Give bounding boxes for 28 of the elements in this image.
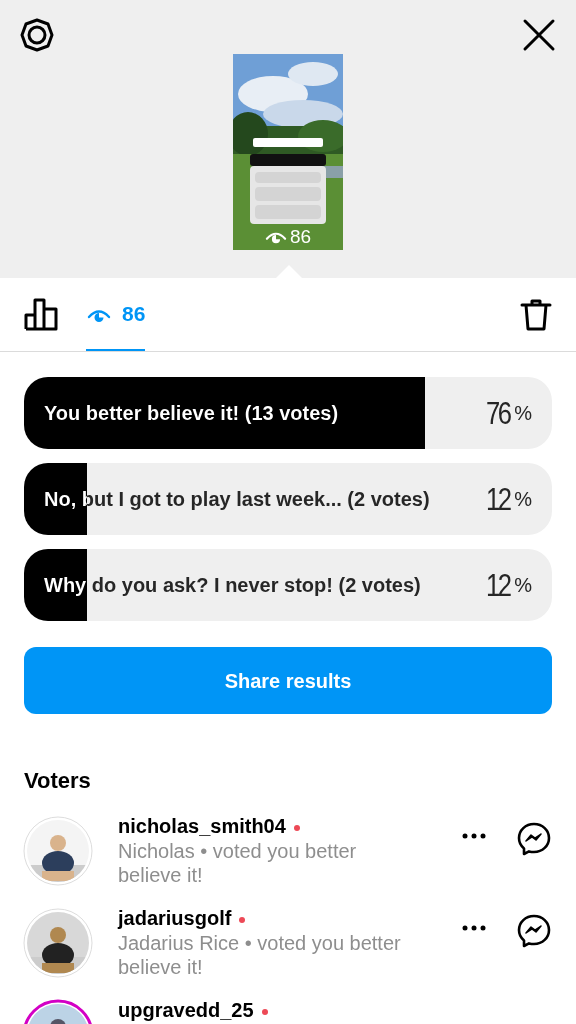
more-icon bbox=[462, 925, 486, 931]
more-icon bbox=[462, 833, 486, 839]
username[interactable]: upgravedd_25 bbox=[118, 999, 254, 1021]
more-button[interactable] bbox=[462, 925, 486, 931]
trash-icon bbox=[520, 297, 552, 332]
poll-percent: 76 bbox=[485, 394, 510, 433]
vote-description: Jadarius Rice • voted you better believe it! bbox=[118, 931, 402, 979]
username[interactable]: nicholas_smith04 bbox=[118, 815, 286, 837]
percent-sign: % bbox=[514, 573, 532, 598]
settings-button[interactable] bbox=[20, 18, 54, 52]
close-button[interactable] bbox=[522, 18, 556, 52]
messenger-icon bbox=[516, 821, 552, 857]
poll-percent: 12 bbox=[485, 480, 510, 519]
bar-chart-icon bbox=[24, 296, 60, 331]
close-icon bbox=[522, 18, 556, 52]
view-count: 86 bbox=[289, 226, 312, 246]
message-button[interactable] bbox=[516, 913, 552, 949]
message-button[interactable] bbox=[516, 821, 552, 857]
more-button[interactable] bbox=[462, 833, 486, 839]
percent-sign: % bbox=[514, 487, 532, 512]
settings-icon bbox=[20, 18, 54, 52]
username[interactable]: jadariusgolf bbox=[118, 907, 232, 929]
poll-percent: 12 bbox=[485, 566, 510, 605]
messenger-icon bbox=[516, 913, 552, 949]
percent-sign: % bbox=[514, 401, 532, 426]
vote-description: Nicholas • voted you better believe it! bbox=[118, 839, 358, 887]
section-title: Voters bbox=[24, 767, 92, 795]
story-thumbnail[interactable]: 86 bbox=[233, 54, 343, 250]
